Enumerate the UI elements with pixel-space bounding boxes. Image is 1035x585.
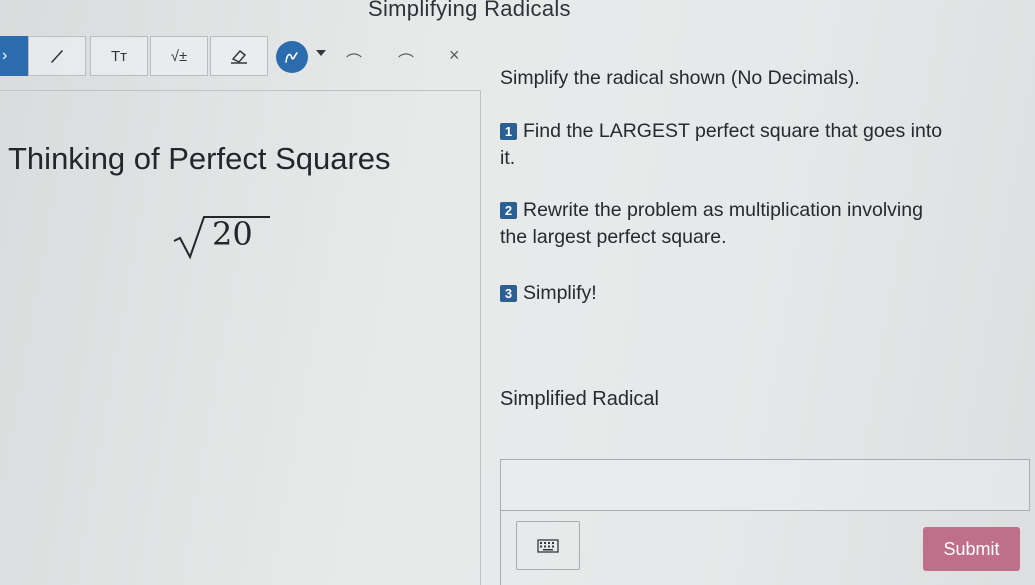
draw-icon [285,52,298,63]
keyboard-icon [537,538,559,553]
answer-input[interactable] [500,459,1030,511]
step-text: Find the LARGEST perfect square that goe… [523,120,943,142]
draw-options-caret-icon[interactable] [316,50,326,56]
pen-icon [51,50,63,63]
toolbar: › Tт √± ⌒ ⌒ × [0,36,480,76]
draw-tool-button[interactable] [276,41,308,73]
text-tool-button[interactable]: Tт [90,36,148,76]
pointer-icon: › [2,47,8,64]
answer-label: Simplified Radical [500,388,659,410]
step-number-badge: 1 [500,123,517,140]
step-3: 3 Simplify! [500,280,597,307]
radicand: 20 [212,215,253,253]
step-text: Simplify! [523,282,597,304]
keyboard-button[interactable] [516,521,580,570]
step-number-badge: 3 [500,285,517,302]
radical-expression: 20 [172,213,272,259]
work-area[interactable]: Thinking of Perfect Squares 20 [0,90,481,585]
step-text-continued: it. [500,147,516,169]
step-text: Rewrite the problem as multiplication in… [523,199,923,221]
math-icon: √± [170,47,188,65]
eraser-icon [231,49,247,64]
section-heading: Thinking of Perfect Squares [8,141,391,176]
submit-button[interactable]: Submit [923,527,1020,571]
step-1: 1 Find the LARGEST perfect square that go… [500,118,942,172]
page-title: Simplifying Radicals [368,0,571,21]
step-2: 2 Rewrite the problem as multiplication i… [500,197,923,251]
text-icon: Tт [110,47,128,65]
pen-tool-button[interactable] [28,36,86,76]
undo-icon[interactable]: ⌒ [346,48,362,72]
step-number-badge: 2 [500,202,517,219]
close-icon[interactable]: × [449,45,460,66]
instruction-text: Simplify the radical shown (No Decimals)… [500,67,860,89]
math-tool-button[interactable]: √± [150,36,208,76]
step-text-continued: the largest perfect square. [500,226,727,248]
pointer-tool-button[interactable]: › [0,36,28,76]
eraser-tool-button[interactable] [210,36,268,76]
redo-icon[interactable]: ⌒ [398,48,414,72]
